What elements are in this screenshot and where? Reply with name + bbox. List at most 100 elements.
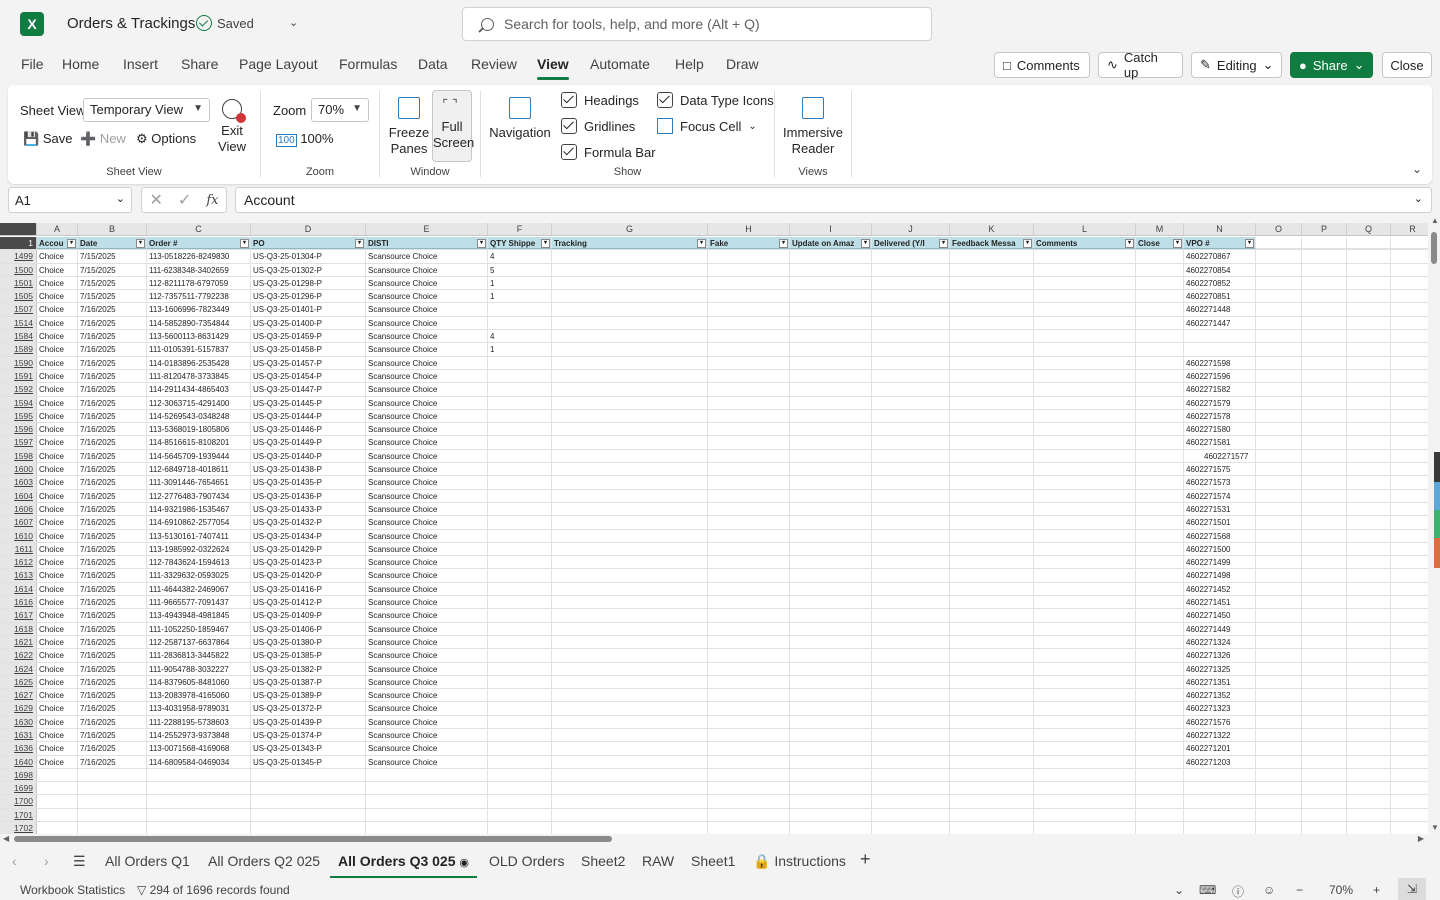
cell[interactable]: 7/16/2025	[78, 635, 147, 649]
cell[interactable]: US-Q3-25-01389-P	[251, 689, 366, 702]
cell[interactable]	[1256, 369, 1302, 383]
cell[interactable]	[872, 822, 950, 835]
cell[interactable]: 7/15/2025	[78, 263, 147, 276]
cell[interactable]	[1302, 330, 1347, 343]
tab-insert[interactable]: Insert	[123, 56, 158, 72]
cell[interactable]	[1347, 356, 1391, 369]
cell[interactable]: 4602271580	[1184, 423, 1256, 436]
cell[interactable]	[1391, 636, 1428, 648]
cell[interactable]	[1302, 356, 1347, 369]
cell[interactable]	[1256, 502, 1302, 516]
cell[interactable]	[366, 782, 488, 795]
cell[interactable]	[1391, 702, 1428, 714]
cell[interactable]	[1256, 582, 1302, 596]
cell[interactable]	[950, 596, 1034, 609]
cell[interactable]	[790, 529, 872, 542]
zoom-out-icon[interactable]: −	[1296, 883, 1303, 897]
cell[interactable]: 7/16/2025	[78, 755, 147, 768]
cell[interactable]	[708, 649, 790, 662]
cell[interactable]	[708, 715, 790, 728]
cell[interactable]	[1391, 609, 1428, 621]
cell[interactable]	[552, 715, 708, 728]
cell[interactable]: Scansource Choice	[366, 662, 488, 675]
cell[interactable]	[790, 356, 872, 369]
cell[interactable]	[1347, 596, 1391, 609]
cell[interactable]	[1391, 569, 1428, 581]
row-header[interactable]: 1614	[0, 582, 37, 596]
cell[interactable]	[1034, 290, 1136, 303]
cell[interactable]: 7/16/2025	[78, 662, 147, 675]
cell[interactable]	[1347, 369, 1391, 383]
cell[interactable]: 111-9054788-3032227	[147, 662, 251, 675]
cell[interactable]	[1136, 582, 1184, 596]
cell[interactable]	[1302, 542, 1347, 556]
close-button[interactable]: Close	[1382, 52, 1432, 78]
cell[interactable]: 7/16/2025	[78, 449, 147, 463]
cell[interactable]	[552, 795, 708, 808]
cell[interactable]: 4602271531	[1184, 502, 1256, 516]
cell[interactable]	[950, 423, 1034, 436]
cell[interactable]	[790, 808, 872, 822]
cell[interactable]	[488, 556, 552, 569]
cell[interactable]: 112-7843624-1594613	[147, 556, 251, 569]
cell[interactable]: Choice	[37, 303, 78, 316]
cell[interactable]	[488, 409, 552, 423]
cell[interactable]: 4602271582	[1184, 383, 1256, 396]
cell[interactable]	[1256, 689, 1302, 702]
cell[interactable]	[488, 542, 552, 556]
row-header[interactable]: 1500	[0, 263, 37, 276]
comments-button[interactable]: □ Comments	[994, 52, 1090, 78]
cell[interactable]	[1034, 582, 1136, 596]
sheet-tab-active[interactable]: All Orders Q3 025 ◉	[329, 853, 478, 879]
cell[interactable]: Choice	[37, 263, 78, 276]
filter-dropdown-icon[interactable]: ▾	[779, 239, 788, 248]
cell[interactable]: Scansource Choice	[366, 303, 488, 316]
cell[interactable]: US-Q3-25-01447-P	[251, 383, 366, 396]
cell[interactable]: 4602271498	[1184, 569, 1256, 582]
cell[interactable]: 4602271578	[1184, 409, 1256, 423]
cell[interactable]	[872, 343, 950, 356]
cell[interactable]	[1302, 728, 1347, 742]
sheet-tab-locked[interactable]: 🔒 Instructions	[753, 853, 846, 870]
cell[interactable]	[1302, 609, 1347, 622]
cell[interactable]	[1302, 529, 1347, 542]
cell[interactable]	[1347, 290, 1391, 303]
cell[interactable]	[1302, 742, 1347, 755]
row-header[interactable]: 1505	[0, 290, 37, 303]
cell[interactable]	[872, 263, 950, 276]
cell[interactable]	[872, 356, 950, 369]
cell[interactable]	[790, 662, 872, 675]
cell[interactable]	[78, 795, 147, 808]
cell[interactable]	[1302, 316, 1347, 330]
cell[interactable]	[708, 768, 790, 782]
column-header[interactable]: O	[1256, 223, 1302, 235]
cell[interactable]	[1034, 316, 1136, 330]
cell[interactable]	[872, 489, 950, 502]
cell[interactable]	[1391, 423, 1428, 435]
cell[interactable]	[1136, 755, 1184, 768]
cell[interactable]	[950, 436, 1034, 449]
cell[interactable]: 114-2911434-4865403	[147, 383, 251, 396]
column-header[interactable]: M	[1136, 223, 1184, 235]
cell[interactable]	[708, 409, 790, 423]
column-header[interactable]: K	[950, 223, 1034, 235]
cell[interactable]	[1256, 423, 1302, 436]
cell[interactable]	[950, 582, 1034, 596]
cell[interactable]: 4602271325	[1184, 662, 1256, 675]
row-header[interactable]: 1616	[0, 596, 37, 609]
cell[interactable]	[552, 343, 708, 356]
cell[interactable]	[1034, 728, 1136, 742]
cell[interactable]	[552, 436, 708, 449]
row-header[interactable]: 1514	[0, 316, 37, 330]
cell[interactable]	[708, 290, 790, 303]
row-header[interactable]: 1624	[0, 662, 37, 675]
cell[interactable]	[790, 782, 872, 795]
cell[interactable]: 4602271579	[1184, 396, 1256, 409]
cell[interactable]: US-Q3-25-01423-P	[251, 556, 366, 569]
tab-help[interactable]: Help	[675, 56, 704, 72]
cell[interactable]	[1034, 795, 1136, 808]
filter-dropdown-icon[interactable]: ▾	[1125, 239, 1134, 248]
cell[interactable]	[552, 609, 708, 622]
cell[interactable]	[552, 582, 708, 596]
filter-dropdown-icon[interactable]: ▾	[697, 239, 706, 248]
